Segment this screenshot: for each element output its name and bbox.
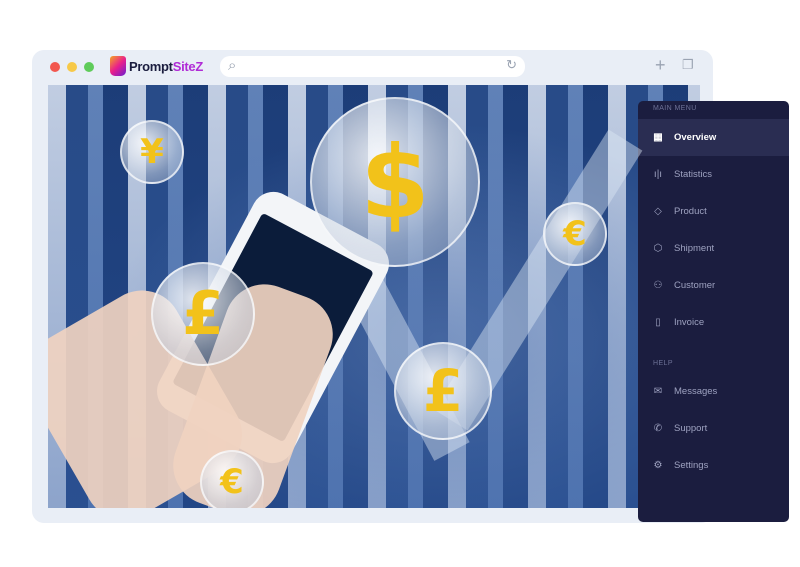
sidebar-item-settings[interactable]: ⚙ Settings — [638, 447, 789, 484]
coin-euro-2: € — [200, 450, 264, 508]
coin-euro: € — [543, 202, 607, 266]
sidebar-item-label: Messages — [674, 386, 718, 397]
search-icon: ⌕ — [228, 57, 237, 74]
sidebar-item-label: Support — [674, 423, 708, 434]
coin-pound: £ — [151, 262, 255, 366]
maximize-window-button[interactable] — [84, 62, 94, 72]
mail-icon: ✉ — [653, 386, 663, 397]
sidebar-item-label: Product — [674, 206, 707, 217]
logo[interactable]: PromptSiteZ — [110, 56, 203, 76]
sidebar-item-label: Settings — [674, 460, 709, 471]
new-tab-icon[interactable]: + — [655, 55, 666, 76]
close-window-button[interactable] — [50, 62, 60, 72]
sidebar-item-customer[interactable]: ⚇ Customer — [638, 267, 789, 304]
logo-text-accent: SiteZ — [172, 58, 204, 74]
bar-chart-icon: ı|ı — [653, 169, 663, 180]
box-icon: ⬡ — [653, 243, 663, 254]
sidebar-item-label: Statistics — [674, 169, 713, 180]
sidebar-item-statistics[interactable]: ı|ı Statistics — [638, 156, 789, 193]
address-bar[interactable]: ⌕ ↻ — [220, 56, 525, 77]
sidebar-item-overview[interactable]: ▦ Overview — [638, 119, 789, 156]
phone-icon: ✆ — [653, 423, 663, 434]
sidebar-item-shipment[interactable]: ⬡ Shipment — [638, 230, 789, 267]
sidebar-item-label: Customer — [674, 280, 716, 291]
hero-image: ¥ $ € £ £ € — [48, 85, 700, 508]
sidebar-item-invoice[interactable]: ▯ Invoice — [638, 304, 789, 341]
coin-yen: ¥ — [120, 120, 184, 184]
sidebar-item-label: Shipment — [674, 243, 715, 254]
logo-bag-icon — [110, 56, 126, 76]
sidebar-item-support[interactable]: ✆ Support — [638, 410, 789, 447]
sidebar-item-product[interactable]: ◇ Product — [638, 193, 789, 230]
sidebar: MAIN MENU ▦ Overview ı|ı Statistics ◇ Produ… — [638, 101, 789, 522]
sidebar-item-label: Overview — [674, 132, 717, 143]
users-icon: ⚇ — [653, 280, 663, 291]
minimize-window-button[interactable] — [67, 62, 77, 72]
gear-icon: ⚙ — [653, 460, 663, 471]
main-menu-label: MAIN MENU — [653, 105, 697, 112]
coin-dollar: $ — [310, 97, 480, 267]
sidebar-item-messages[interactable]: ✉ Messages — [638, 373, 789, 410]
clipboard-icon: ▯ — [655, 317, 661, 328]
help-label: HELP — [653, 360, 673, 367]
logo-text: Prompt — [129, 58, 173, 74]
sidebar-item-label: Invoice — [674, 317, 705, 328]
tag-icon: ◇ — [654, 206, 662, 217]
coin-pound-2: £ — [394, 342, 492, 440]
reload-icon[interactable]: ↻ — [506, 57, 517, 73]
grid-icon: ▦ — [653, 132, 663, 143]
tabs-icon[interactable]: ❐ — [682, 57, 694, 73]
